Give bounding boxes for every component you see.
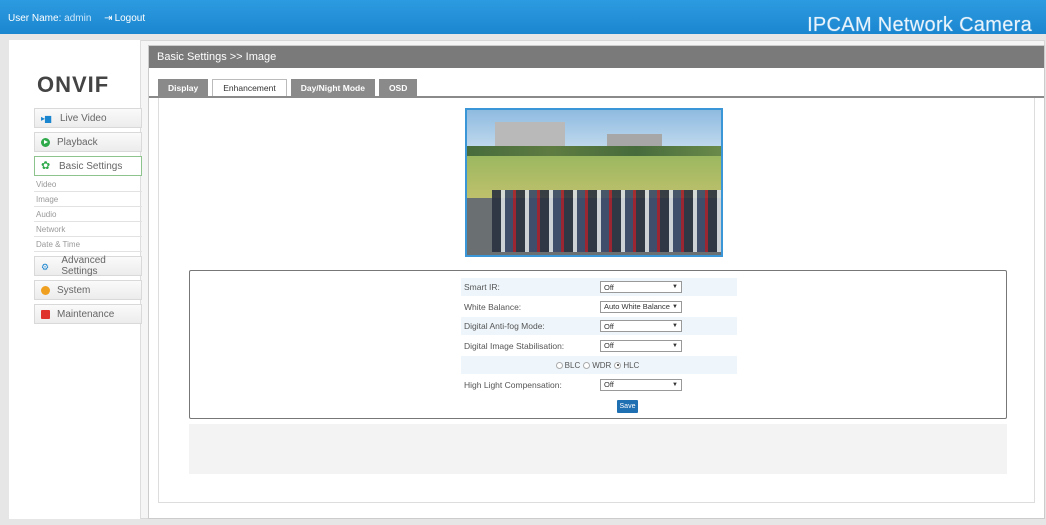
radio-dot — [555, 361, 563, 369]
radio-blc[interactable]: BLC — [555, 361, 580, 370]
chevron-down-icon: ▼ — [672, 323, 678, 329]
tab-display[interactable]: Display — [158, 79, 209, 96]
tab-bar: Display Enhancement Day/Night Mode OSD — [158, 79, 421, 96]
onvif-logo: ONVIF — [37, 72, 110, 97]
hlc-select[interactable]: Off ▼ — [600, 378, 682, 391]
brand-title: IPCAM Network Camera — [807, 14, 1032, 36]
sidebar-item-maintenance[interactable]: Maintenance — [34, 304, 142, 324]
chevron-down-icon: ▼ — [672, 303, 678, 310]
hlc-row: High Light Compensation: Off ▼ — [461, 376, 737, 394]
sidebar: ONVIF ▸▆ Live Video Playback ✿ Basic Set… — [9, 40, 142, 519]
logout-link[interactable]: ⇥ Logout — [104, 13, 145, 24]
radio-dot-selected — [614, 361, 622, 369]
logout-label: Logout — [114, 13, 146, 24]
maintenance-icon — [41, 309, 50, 319]
sidebar-item-label: Advanced Settings — [61, 255, 106, 277]
smart-ir-select[interactable]: Off ▼ — [600, 281, 682, 293]
submenu-item-image[interactable]: Image — [34, 192, 142, 207]
compensation-mode-row: BLC WDR HLC — [461, 356, 737, 374]
sidebar-item-label: System — [57, 284, 91, 296]
camera-preview — [465, 108, 723, 257]
top-bar: User Name: admin ⇥ Logout IPCAM Network C… — [0, 0, 1046, 36]
tab-day-night-mode[interactable]: Day/Night Mode — [290, 79, 375, 96]
user-info: User Name: admin ⇥ Logout — [8, 13, 145, 24]
white-balance-select[interactable]: Auto White Balance ▼ — [600, 300, 682, 313]
playback-icon — [41, 137, 50, 147]
radio-wdr[interactable]: WDR — [583, 361, 611, 370]
antifog-row: Digital Anti-fog Mode: Off ▼ — [461, 317, 737, 335]
chevron-down-icon: ▼ — [672, 381, 678, 388]
sidebar-item-label: Live Video — [60, 112, 107, 124]
chevron-down-icon: ▼ — [672, 342, 678, 349]
antifog-select[interactable]: Off ▼ — [600, 320, 682, 332]
chevron-down-icon: ▼ — [672, 284, 678, 290]
antifog-label: Digital Anti-fog Mode: — [464, 321, 545, 331]
logout-icon: ⇥ — [104, 13, 113, 24]
gear-icon: ✿ — [41, 159, 51, 172]
sidebar-item-basic-settings[interactable]: ✿ Basic Settings — [34, 156, 142, 176]
tab-enhancement[interactable]: Enhancement — [212, 79, 287, 96]
breadcrumb: Basic Settings >> Image — [149, 46, 1044, 68]
sidebar-item-label: Basic Settings — [59, 160, 123, 172]
sidebar-item-label: Maintenance — [57, 308, 115, 320]
stabilisation-label: Digital Image Stabilisation: — [464, 340, 565, 351]
smart-ir-label: Smart IR: — [464, 282, 500, 292]
radio-dot — [583, 361, 591, 369]
tab-osd[interactable]: OSD — [378, 79, 418, 96]
basic-settings-submenu: Video Image Audio Network Date & Time — [34, 177, 142, 252]
sidebar-menu: ▸▆ Live Video Playback ✿ Basic Settings … — [34, 108, 142, 328]
stabilisation-select[interactable]: Off ▼ — [600, 339, 682, 352]
submenu-item-video[interactable]: Video — [34, 177, 142, 192]
footer-area — [189, 424, 1007, 474]
submenu-item-audio[interactable]: Audio — [34, 207, 142, 222]
user-name-value: admin — [64, 13, 92, 24]
advanced-settings-icon: ⚙ — [41, 261, 50, 272]
white-balance-label: White Balance: — [464, 301, 522, 312]
tab-content: Smart IR: Off ▼ White Balance: Auto White… — [158, 98, 1035, 503]
system-icon — [41, 285, 50, 295]
submenu-item-network[interactable]: Network — [34, 222, 142, 237]
smart-ir-row: Smart IR: Off ▼ — [461, 278, 737, 296]
sidebar-item-live-video[interactable]: ▸▆ Live Video — [34, 108, 142, 128]
submenu-item-date-time[interactable]: Date & Time — [34, 237, 142, 252]
hlc-label: High Light Compensation: — [464, 379, 562, 390]
user-name-label: User Name: — [8, 13, 62, 24]
main-panel: Basic Settings >> Image Display Enhancem… — [148, 45, 1045, 519]
live-video-icon: ▸▆ — [41, 113, 52, 123]
enhancement-form-box: Smart IR: Off ▼ White Balance: Auto White… — [189, 270, 1007, 419]
enhancement-form: Smart IR: Off ▼ White Balance: Auto White… — [461, 278, 737, 395]
sidebar-item-playback[interactable]: Playback — [34, 132, 142, 152]
stabilisation-row: Digital Image Stabilisation: Off ▼ — [461, 337, 737, 355]
radio-hlc[interactable]: HLC — [614, 361, 639, 370]
sidebar-item-system[interactable]: System — [34, 280, 142, 300]
sidebar-item-advanced-settings[interactable]: ⚙ Advanced Settings — [34, 255, 142, 277]
white-balance-row: White Balance: Auto White Balance ▼ — [461, 298, 737, 316]
save-button[interactable]: Save — [617, 400, 638, 413]
sidebar-item-label: Playback — [57, 136, 98, 148]
